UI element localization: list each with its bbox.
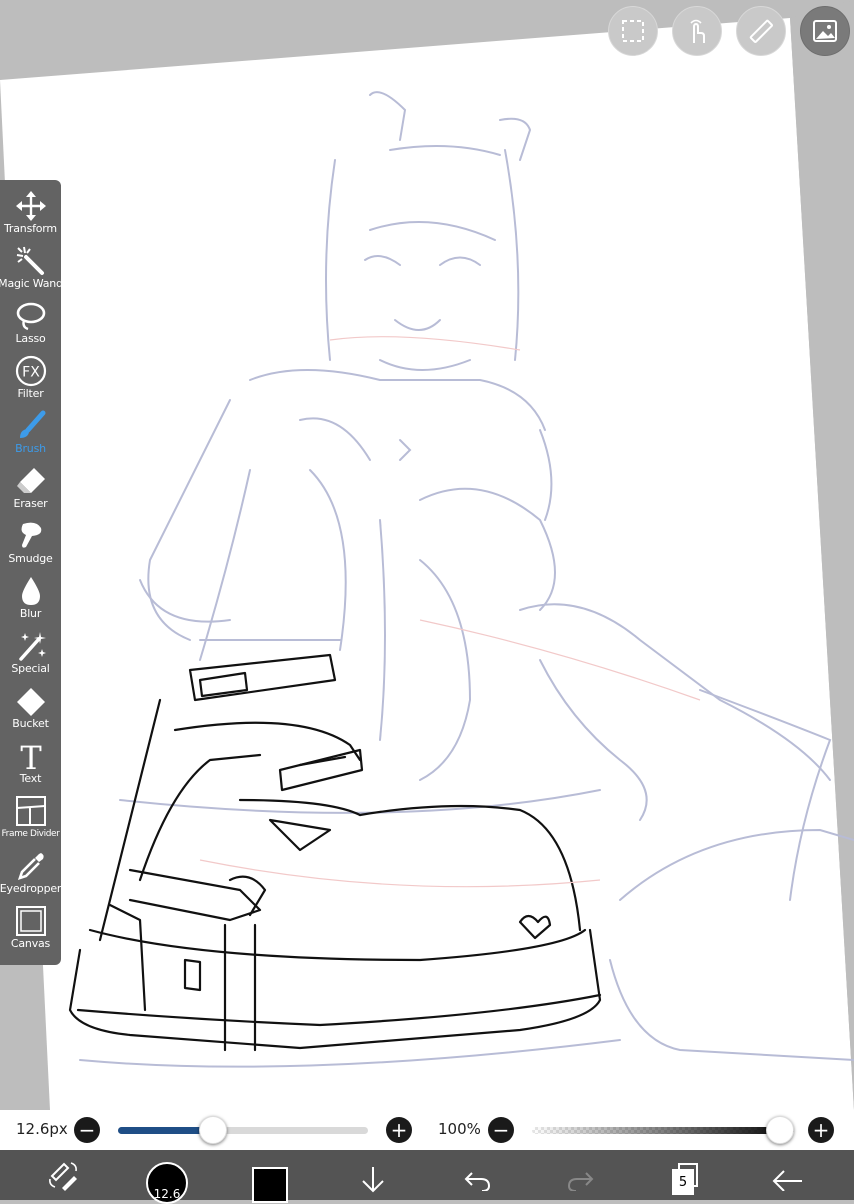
brush-preview-icon: 12.6 bbox=[146, 1162, 188, 1204]
blur-icon bbox=[21, 577, 40, 605]
brush-size-decrease-button[interactable]: − bbox=[74, 1117, 100, 1143]
touch-icon bbox=[690, 19, 705, 43]
frame-divider-icon bbox=[15, 796, 46, 826]
redo-button[interactable] bbox=[560, 1150, 602, 1200]
brush-size-readout: 12.6px bbox=[16, 1120, 68, 1138]
tool-label: Smudge bbox=[8, 552, 53, 565]
tool-eraser[interactable]: Eraser bbox=[0, 465, 61, 520]
tool-frame-divider[interactable]: Frame Divider bbox=[0, 795, 61, 850]
smudge-icon bbox=[21, 522, 41, 548]
tool-brush[interactable]: Brush bbox=[0, 410, 61, 465]
opacity-decrease-button[interactable]: − bbox=[488, 1117, 514, 1143]
magic-wand-icon bbox=[16, 246, 44, 275]
tool-label: Brush bbox=[15, 442, 46, 455]
tool-label: Eraser bbox=[13, 497, 48, 510]
eyedropper-icon bbox=[17, 853, 44, 881]
slider-bar: 12.6px − + 100% − + bbox=[0, 1110, 854, 1150]
layer-count: 5 bbox=[678, 1174, 688, 1190]
special-icon bbox=[18, 632, 46, 661]
canvas-artwork[interactable] bbox=[0, 0, 854, 1110]
tool-label: Transform bbox=[4, 222, 57, 235]
reference-image-button[interactable] bbox=[800, 6, 850, 56]
minus-icon: − bbox=[492, 1118, 510, 1142]
color-button[interactable] bbox=[250, 1150, 290, 1203]
opacity-slider-thumb[interactable] bbox=[766, 1116, 794, 1144]
lasso-icon bbox=[16, 302, 45, 331]
tool-label: Eyedropper bbox=[0, 882, 62, 895]
back-button[interactable] bbox=[766, 1150, 808, 1200]
opacity-slider-track[interactable] bbox=[532, 1127, 794, 1134]
tool-special[interactable]: Special bbox=[0, 630, 61, 685]
transform-icon bbox=[15, 191, 46, 221]
text-icon: T bbox=[20, 740, 42, 772]
touch-button[interactable] bbox=[672, 6, 722, 56]
minus-icon: − bbox=[78, 1118, 96, 1142]
tool-sidebar: Transform Magic Wand Lasso FX Filter Bru… bbox=[0, 180, 63, 965]
tool-canvas[interactable]: Canvas bbox=[0, 905, 61, 960]
tool-bucket[interactable]: Bucket bbox=[0, 685, 61, 740]
ruler-icon bbox=[749, 19, 773, 43]
brush-size-slider-track[interactable] bbox=[118, 1127, 368, 1134]
tool-transform[interactable]: Transform bbox=[0, 190, 61, 245]
tool-filter[interactable]: FX Filter bbox=[0, 355, 61, 410]
brush-icon bbox=[19, 410, 45, 438]
brush-size-value: 12.6 bbox=[153, 1187, 181, 1201]
download-button[interactable] bbox=[352, 1150, 394, 1200]
undo-icon bbox=[464, 1172, 491, 1191]
tool-text[interactable]: T Text bbox=[0, 740, 61, 795]
tool-label: Frame Divider bbox=[1, 829, 60, 839]
tool-eyedropper[interactable]: Eyedropper bbox=[0, 850, 61, 905]
tool-label: Bucket bbox=[12, 717, 49, 730]
canvas-icon bbox=[15, 906, 46, 936]
quick-buttons bbox=[608, 6, 850, 56]
selection-button[interactable] bbox=[608, 6, 658, 56]
swap-brush-eraser-icon bbox=[49, 1162, 77, 1191]
svg-text:T: T bbox=[20, 740, 42, 772]
color-swatch bbox=[252, 1167, 288, 1203]
arrow-down-icon bbox=[362, 1167, 384, 1193]
opacity-increase-button[interactable]: + bbox=[808, 1117, 834, 1143]
bottom-action-bar: 12.6 5 bbox=[0, 1150, 854, 1204]
tool-label: Magic Wand bbox=[0, 277, 63, 290]
layers-button[interactable]: 5 bbox=[664, 1150, 706, 1200]
undo-button[interactable] bbox=[456, 1150, 498, 1200]
layers-icon: 5 bbox=[670, 1163, 700, 1199]
tool-lasso[interactable]: Lasso bbox=[0, 300, 61, 355]
redo-icon bbox=[567, 1172, 594, 1191]
tool-label: Text bbox=[19, 772, 42, 785]
tool-label: Canvas bbox=[10, 937, 51, 950]
selection-icon bbox=[622, 20, 644, 42]
tool-smudge[interactable]: Smudge bbox=[0, 520, 61, 575]
swap-tool-button[interactable] bbox=[40, 1150, 86, 1200]
svg-text:FX: FX bbox=[22, 365, 40, 381]
ruler-button[interactable] bbox=[736, 6, 786, 56]
tool-magic-wand[interactable]: Magic Wand bbox=[0, 245, 63, 300]
tool-label: Filter bbox=[17, 387, 44, 400]
plus-icon: + bbox=[812, 1118, 830, 1142]
opacity-readout: 100% bbox=[438, 1120, 481, 1138]
plus-icon: + bbox=[390, 1118, 408, 1142]
fx-icon: FX bbox=[15, 355, 46, 387]
image-icon bbox=[813, 20, 837, 42]
brush-size-increase-button[interactable]: + bbox=[386, 1117, 412, 1143]
tool-label: Blur bbox=[19, 607, 42, 620]
drawing-canvas[interactable] bbox=[0, 0, 854, 1110]
bucket-icon bbox=[16, 688, 45, 716]
canvas-paper-sheet bbox=[0, 18, 854, 1110]
arrow-left-icon bbox=[772, 1170, 802, 1191]
brush-size-slider-thumb[interactable] bbox=[199, 1116, 227, 1144]
tool-blur[interactable]: Blur bbox=[0, 575, 61, 630]
brush-size-button[interactable]: 12.6 bbox=[144, 1150, 190, 1204]
tool-label: Special bbox=[11, 662, 50, 675]
eraser-icon bbox=[16, 468, 45, 493]
tool-label: Lasso bbox=[15, 332, 46, 345]
